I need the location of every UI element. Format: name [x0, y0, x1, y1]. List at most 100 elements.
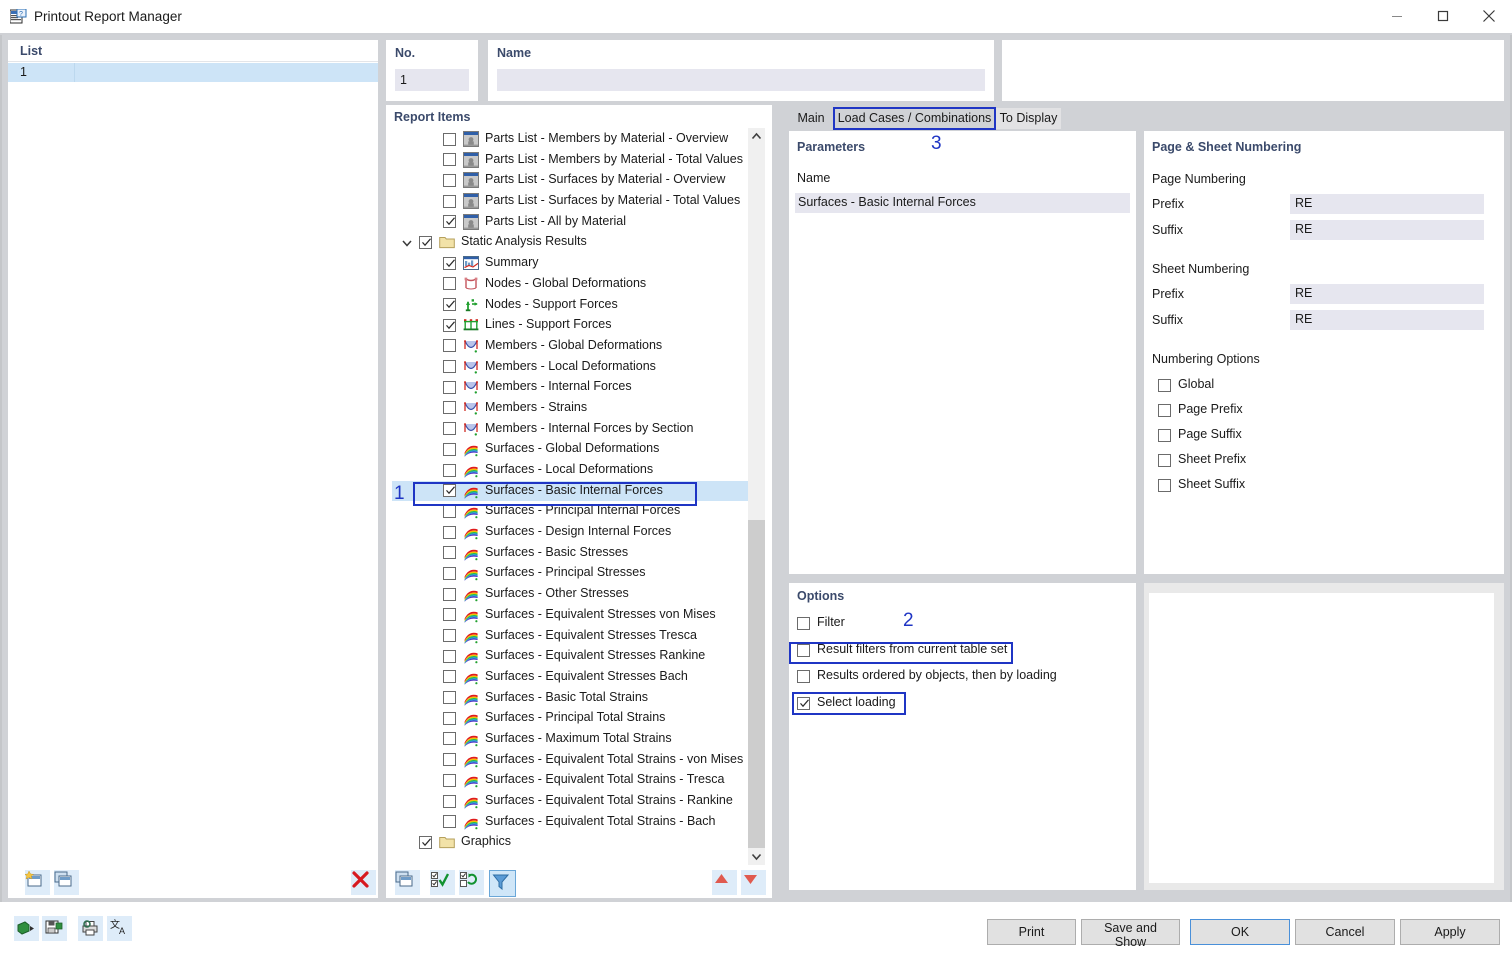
tree-item[interactable]: Lines - Support Forces	[392, 315, 753, 336]
option-checkbox[interactable]	[797, 617, 810, 630]
maximize-button[interactable]	[1420, 0, 1466, 32]
scrollbar-thumb[interactable]	[748, 520, 765, 850]
tree-item-checkbox[interactable]	[443, 587, 456, 601]
tree-item-checkbox[interactable]	[443, 215, 456, 229]
move-down-button[interactable]	[741, 870, 766, 895]
numbering-option-checkbox[interactable]	[1158, 429, 1171, 442]
export-button[interactable]	[14, 916, 39, 941]
option-checkbox[interactable]	[797, 697, 810, 710]
tree-item[interactable]: Surfaces - Equivalent Stresses von Mises	[392, 605, 753, 626]
tree-item[interactable]: Surfaces - Basic Total Strains	[392, 688, 753, 709]
tree-item[interactable]: Surfaces - Global Deformations	[392, 439, 753, 460]
page-suffix-field[interactable]: RE	[1290, 220, 1484, 240]
tree-item-checkbox[interactable]	[443, 794, 456, 808]
tree-item[interactable]: Members - Strains	[392, 398, 753, 419]
apply-button[interactable]: Apply	[1400, 919, 1500, 945]
move-up-button[interactable]	[712, 870, 737, 895]
tree-item-checkbox[interactable]	[443, 711, 456, 725]
tree-item-checkbox[interactable]	[443, 277, 456, 291]
cancel-button[interactable]: Cancel	[1295, 919, 1395, 945]
print-button[interactable]: Print	[987, 919, 1076, 945]
tree-item[interactable]: Nodes - Support Forces	[392, 295, 753, 316]
tree-item-checkbox[interactable]	[443, 691, 456, 705]
option-checkbox[interactable]	[797, 670, 810, 683]
parameters-row[interactable]: Surfaces - Basic Internal Forces	[795, 193, 1130, 213]
tree-item[interactable]: Surfaces - Design Internal Forces	[392, 522, 753, 543]
tab-to-display[interactable]: To Display	[996, 108, 1061, 129]
language-button[interactable]: 文 A	[107, 916, 132, 941]
numbering-option-checkbox[interactable]	[1158, 404, 1171, 417]
tree-item-checkbox[interactable]	[443, 732, 456, 746]
invert-selection-button[interactable]	[459, 870, 484, 895]
tree-item[interactable]: Members - Local Deformations	[392, 357, 753, 378]
tree-item[interactable]: Members - Internal Forces by Section	[392, 419, 753, 440]
page-prefix-field[interactable]: RE	[1290, 194, 1484, 214]
tree-item-checkbox[interactable]	[443, 298, 456, 311]
tree-item-checkbox[interactable]	[443, 525, 456, 539]
tree-item[interactable]: Members - Internal Forces	[392, 377, 753, 398]
filter-button[interactable]	[489, 870, 516, 897]
tab-load-cases[interactable]: Load Cases / Combinations	[833, 108, 996, 129]
tree-item[interactable]: Surfaces - Equivalent Stresses Rankine	[392, 646, 753, 667]
tree-item-checkbox[interactable]	[443, 566, 456, 580]
tree-item-checkbox[interactable]	[443, 753, 456, 767]
tree-item[interactable]: Surfaces - Basic Internal Forces	[392, 480, 753, 502]
chevron-down-icon[interactable]	[400, 236, 414, 250]
tree-item-checkbox[interactable]	[443, 339, 456, 353]
delete-report-button[interactable]	[351, 870, 376, 895]
tree-item-checkbox[interactable]	[419, 835, 432, 849]
sheet-suffix-field[interactable]: RE	[1290, 310, 1484, 330]
tree-item[interactable]: Surfaces - Equivalent Stresses Bach	[392, 667, 753, 688]
tree-item[interactable]: Surfaces - Principal Internal Forces	[392, 501, 753, 522]
option-checkbox[interactable]	[797, 644, 810, 657]
tree-item-checkbox[interactable]	[443, 649, 456, 663]
tree-item-checkbox[interactable]	[443, 256, 456, 270]
numbering-option-checkbox[interactable]	[1158, 454, 1171, 467]
tree-item[interactable]: Surfaces - Equivalent Total Strains - Ba…	[392, 812, 753, 833]
tree-item-checkbox[interactable]	[443, 670, 456, 684]
name-input[interactable]	[497, 69, 985, 91]
tree-item-checkbox[interactable]	[443, 546, 456, 560]
select-all-button[interactable]	[430, 870, 455, 895]
numbering-option-checkbox[interactable]	[1158, 379, 1171, 392]
tree-item-checkbox[interactable]	[419, 235, 432, 249]
tab-main[interactable]: Main	[789, 108, 833, 129]
tree-item[interactable]: Surfaces - Equivalent Total Strains - vo…	[392, 750, 753, 771]
tree-item-checkbox[interactable]	[443, 463, 456, 477]
sheet-prefix-field[interactable]: RE	[1290, 284, 1484, 304]
tree-item-checkbox[interactable]	[443, 360, 456, 374]
tree-item[interactable]: Surfaces - Principal Stresses	[392, 563, 753, 584]
tree-item-checkbox[interactable]	[443, 194, 456, 208]
save-and-show-button[interactable]: Save and Show	[1081, 919, 1180, 949]
tree-item-checkbox[interactable]	[443, 318, 456, 332]
tree-item-checkbox[interactable]	[443, 132, 456, 146]
scroll-down-button[interactable]	[748, 848, 765, 865]
tree-item[interactable]: Parts List - Surfaces by Material - Over…	[392, 170, 753, 191]
list-body[interactable]	[8, 101, 378, 866]
tree-item-checkbox[interactable]	[443, 629, 456, 642]
tree-item[interactable]: Parts List - All by Material	[392, 212, 753, 233]
tree-item[interactable]: Nodes - Global Deformations	[392, 274, 753, 295]
tree-item-checkbox[interactable]	[443, 380, 456, 394]
tree-item-checkbox[interactable]	[443, 773, 456, 787]
minimize-button[interactable]	[1374, 0, 1420, 32]
tree-item[interactable]: Surfaces - Principal Total Strains	[392, 708, 753, 729]
tree-item-checkbox[interactable]	[443, 504, 456, 518]
tree-item-checkbox[interactable]	[443, 608, 456, 622]
new-report-button[interactable]	[24, 870, 50, 895]
tree-item-checkbox[interactable]	[443, 422, 456, 436]
tree-item-checkbox[interactable]	[443, 442, 456, 456]
close-button[interactable]	[1466, 0, 1512, 32]
tree-item[interactable]: Members - Global Deformations	[392, 336, 753, 357]
tree-item[interactable]: Parts List - Members by Material - Total…	[392, 150, 753, 171]
tree-item-checkbox[interactable]	[443, 484, 456, 498]
tree-item[interactable]: Surfaces - Basic Stresses	[392, 543, 753, 564]
tree-item-checkbox[interactable]	[443, 173, 456, 187]
save-report-button[interactable]	[42, 916, 67, 941]
tree-item[interactable]: Graphics	[392, 832, 753, 851]
tree-item[interactable]: Surfaces - Maximum Total Strains	[392, 729, 753, 750]
report-items-tree[interactable]: Parts List - Members by Material - Overv…	[392, 129, 753, 851]
number-input[interactable]	[395, 69, 469, 91]
tree-item-checkbox[interactable]	[443, 815, 456, 829]
scroll-up-button[interactable]	[748, 128, 765, 145]
